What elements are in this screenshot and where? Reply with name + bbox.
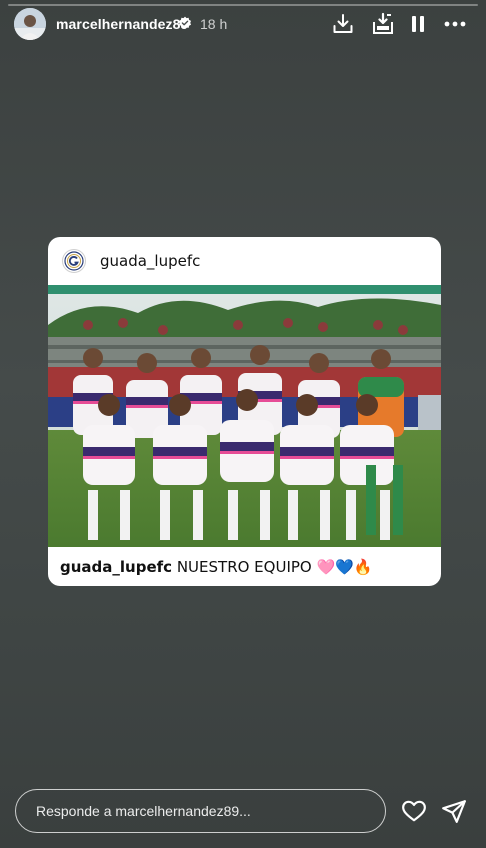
reply-placeholder: Responde a marcelhernandez89... bbox=[36, 803, 251, 819]
send-icon bbox=[442, 800, 466, 823]
avatar-image bbox=[14, 8, 46, 40]
story-header: marcelhernandez89 18 h bbox=[0, 6, 486, 42]
more-icon bbox=[444, 21, 466, 27]
user-avatar[interactable] bbox=[14, 8, 46, 40]
team-photo bbox=[48, 285, 441, 547]
save-to-device-icon bbox=[373, 12, 393, 34]
save-to-device-button[interactable] bbox=[371, 12, 395, 36]
caption-username[interactable]: guada_lupefc bbox=[60, 558, 172, 576]
verified-badge-icon bbox=[178, 16, 192, 30]
caption-text: NUESTRO EQUIPO 🩷💙🔥 bbox=[176, 558, 373, 576]
post-author-username[interactable]: guada_lupefc bbox=[100, 252, 200, 270]
post-author-avatar[interactable] bbox=[62, 249, 86, 273]
story-username[interactable]: marcelhernandez89 bbox=[56, 16, 188, 32]
post-caption: guada_lupefc NUESTRO EQUIPO 🩷💙🔥 bbox=[60, 558, 373, 576]
send-button[interactable] bbox=[441, 798, 467, 824]
download-icon bbox=[333, 14, 353, 33]
pause-button[interactable] bbox=[406, 12, 430, 36]
shared-post-header: guada_lupefc bbox=[48, 237, 441, 284]
story-timestamp: 18 h bbox=[200, 16, 228, 32]
download-button[interactable] bbox=[331, 12, 355, 36]
club-logo-icon bbox=[64, 251, 84, 271]
heart-icon bbox=[402, 800, 426, 822]
shared-post-card[interactable]: guada_lupefc guada_lupefc NUESTRO EQUIPO… bbox=[48, 237, 441, 586]
pause-icon bbox=[412, 16, 424, 32]
more-options-button[interactable] bbox=[443, 12, 467, 36]
like-button[interactable] bbox=[401, 798, 427, 824]
reply-input[interactable]: Responde a marcelhernandez89... bbox=[15, 789, 386, 833]
